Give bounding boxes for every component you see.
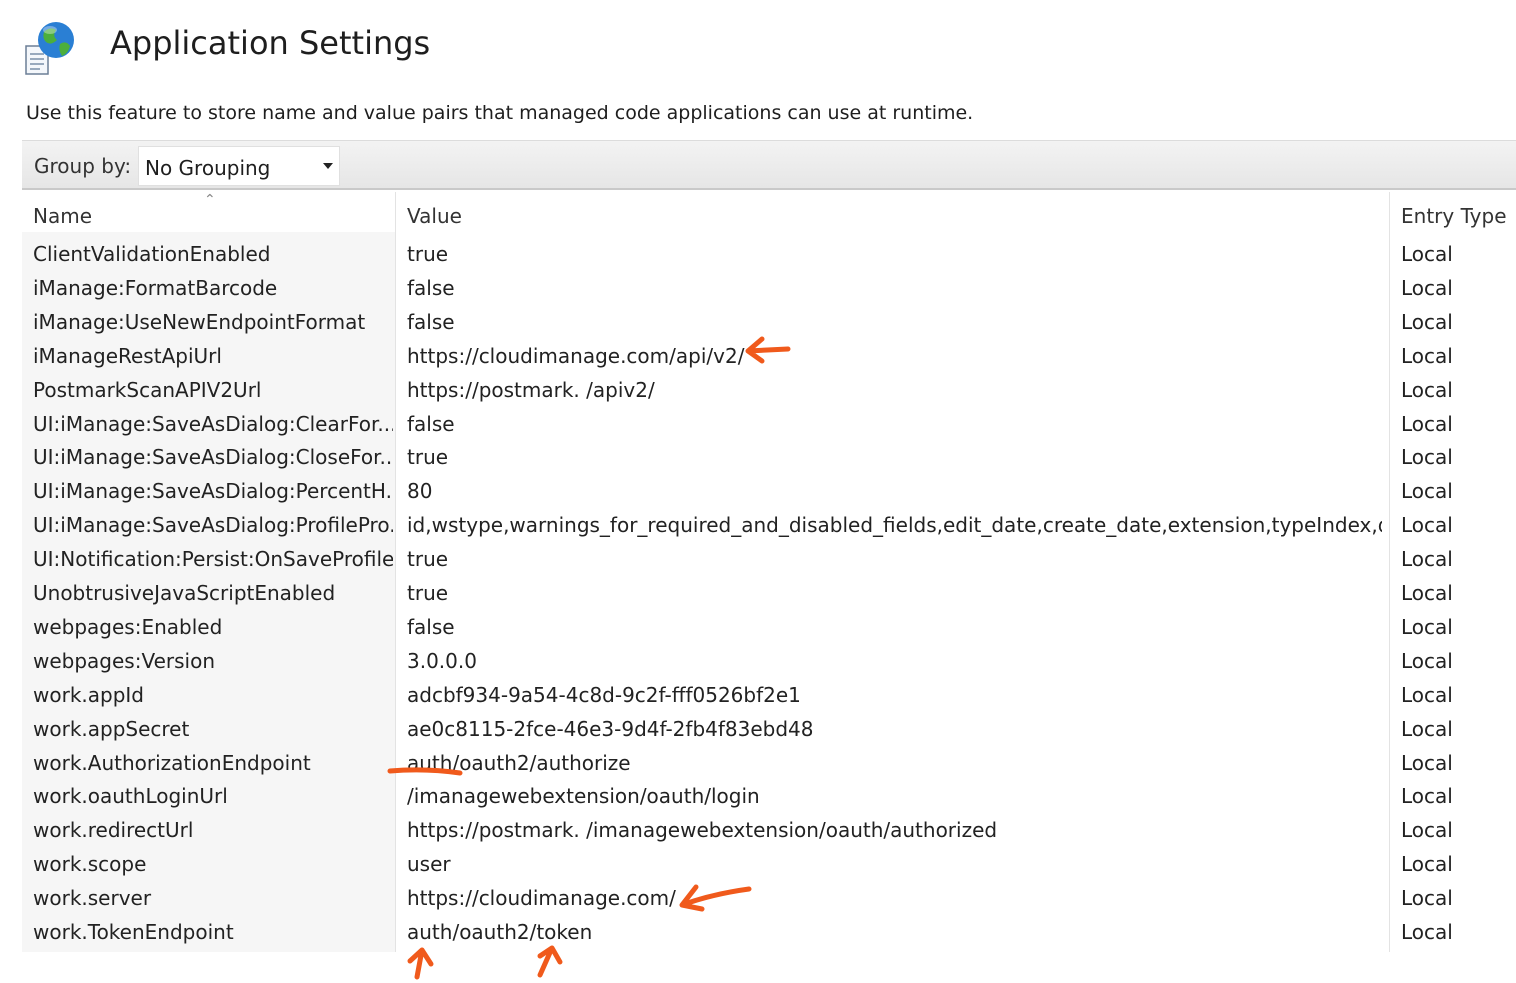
setting-entry-type: Local <box>1401 716 1453 741</box>
setting-value: user <box>407 852 451 877</box>
setting-value: false <box>407 411 455 436</box>
setting-entry-type: Local <box>1401 445 1453 470</box>
setting-entry-type: Local <box>1401 343 1453 368</box>
setting-entry-type: Local <box>1401 242 1453 266</box>
setting-entry-type: Local <box>1401 377 1453 402</box>
globe-document-icon <box>25 22 74 75</box>
setting-value: true <box>407 581 449 605</box>
group-by-dropdown[interactable]: No Grouping <box>138 146 340 186</box>
setting-name: work.server <box>33 886 152 911</box>
page-title: Application Settings <box>110 24 431 62</box>
setting-value: false <box>407 309 455 334</box>
setting-name: work.oauthLoginUrl <box>33 784 228 809</box>
setting-value: https://cloudimanage.com/api/v2/ <box>407 343 745 368</box>
table-row[interactable]: work.appId adcbf934-9a54-4c8d-9c2f-fff052… <box>22 678 1516 712</box>
setting-value: id,wstype,warnings_for_required_and_disa… <box>407 513 1382 538</box>
table-row[interactable]: work.AuthorizationEndpoint auth/oauth2/au… <box>22 746 1516 780</box>
setting-name: webpages:Enabled <box>33 614 223 639</box>
setting-entry-type: Local <box>1401 784 1453 809</box>
setting-value: 80 <box>407 479 433 504</box>
settings-grid: Name ⌃ Value Entry Type ClientValidation… <box>22 192 1516 952</box>
sort-ascending-icon: ⌃ <box>204 192 216 208</box>
setting-name: iManage:FormatBarcode <box>33 275 278 300</box>
table-row[interactable]: UnobtrusiveJavaScriptEnabled true Local <box>22 576 1516 610</box>
setting-name: UI:iManage:SaveAsDialog:ClearFor... <box>33 411 393 436</box>
table-row[interactable]: work.scope user Local <box>22 847 1516 881</box>
setting-name: UnobtrusiveJavaScriptEnabled <box>33 581 336 605</box>
setting-value: https://cloudimanage.com/ <box>407 886 676 911</box>
setting-name: UI:iManage:SaveAsDialog:CloseFor... <box>33 445 393 470</box>
setting-value: auth/oauth2/authorize <box>407 750 631 775</box>
table-row[interactable]: iManage:UseNewEndpointFormat false Local <box>22 305 1516 339</box>
setting-name: work.appSecret <box>33 716 190 741</box>
setting-name: webpages:Version <box>33 648 216 673</box>
setting-name: UI:iManage:SaveAsDialog:PercentH... <box>33 479 393 504</box>
setting-value: true <box>407 242 449 266</box>
setting-name: UI:iManage:SaveAsDialog:ProfilePro... <box>33 513 393 538</box>
annotation-arrow-icon <box>407 947 434 980</box>
setting-entry-type: Local <box>1401 547 1453 572</box>
table-row[interactable]: work.TokenEndpoint auth/oauth2/token Local <box>22 915 1516 949</box>
column-header-entry-type[interactable]: Entry Type <box>1401 204 1507 228</box>
table-row[interactable]: UI:iManage:SaveAsDialog:ProfilePro... id,… <box>22 508 1516 542</box>
setting-name: UI:Notification:Persist:OnSaveProfile... <box>33 547 393 572</box>
table-row[interactable]: UI:iManage:SaveAsDialog:ClearFor... false… <box>22 407 1516 441</box>
setting-entry-type: Local <box>1401 411 1453 436</box>
group-by-label: Group by: <box>34 154 132 178</box>
setting-entry-type: Local <box>1401 818 1453 843</box>
setting-name: work.scope <box>33 852 147 877</box>
setting-name: iManageRestApiUrl <box>33 343 222 368</box>
setting-value: false <box>407 614 455 639</box>
table-row[interactable]: iManage:FormatBarcode false Local <box>22 271 1516 305</box>
setting-entry-type: Local <box>1401 275 1453 300</box>
setting-entry-type: Local <box>1401 920 1453 944</box>
setting-entry-type: Local <box>1401 682 1453 707</box>
setting-entry-type: Local <box>1401 581 1453 605</box>
setting-value: true <box>407 547 449 572</box>
table-row[interactable]: work.appSecret ae0c8115-2fce-46e3-9d4f-2f… <box>22 712 1516 746</box>
chevron-down-icon[interactable] <box>323 163 333 169</box>
table-row[interactable]: UI:Notification:Persist:OnSaveProfile...… <box>22 542 1516 576</box>
setting-value: false <box>407 275 455 300</box>
setting-name: ClientValidationEnabled <box>33 242 271 266</box>
setting-value: https://postmark. /apiv2/ <box>407 377 655 402</box>
table-row[interactable]: webpages:Version 3.0.0.0 Local <box>22 644 1516 678</box>
column-header-name[interactable]: Name <box>33 204 92 228</box>
table-row[interactable]: ClientValidationEnabled true Local <box>22 237 1516 271</box>
setting-name: PostmarkScanAPIV2Url <box>33 377 262 402</box>
setting-entry-type: Local <box>1401 309 1453 334</box>
setting-name: work.TokenEndpoint <box>33 920 234 944</box>
group-by-value: No Grouping <box>145 156 271 180</box>
setting-entry-type: Local <box>1401 648 1453 673</box>
setting-value: /imanagewebextension/oauth/login <box>407 784 760 809</box>
setting-name: work.appId <box>33 682 144 707</box>
table-row[interactable]: UI:iManage:SaveAsDialog:PercentH... 80 Loc… <box>22 474 1516 508</box>
setting-value: adcbf934-9a54-4c8d-9c2f-fff0526bf2e1 <box>407 682 801 707</box>
setting-entry-type: Local <box>1401 614 1453 639</box>
group-by-toolbar: Group by: No Grouping <box>22 140 1516 190</box>
table-row[interactable]: PostmarkScanAPIV2Url https://postmark. /a… <box>22 373 1516 407</box>
table-row[interactable]: work.redirectUrl https://postmark. /imana… <box>22 813 1516 847</box>
setting-value: true <box>407 445 449 470</box>
table-row[interactable]: work.oauthLoginUrl/imanagewebextension/o… <box>22 779 1516 813</box>
annotation-arrow-icon <box>537 945 563 978</box>
table-row[interactable]: work.server https://cloudimanage.com/Loca… <box>22 881 1516 915</box>
setting-entry-type: Local <box>1401 479 1453 504</box>
setting-value: auth/oauth2/token <box>407 920 593 944</box>
table-row[interactable]: webpages:Enabled false Local <box>22 610 1516 644</box>
setting-name: iManage:UseNewEndpointFormat <box>33 309 366 334</box>
table-row[interactable]: iManageRestApiUrl https://cloudimanage.co… <box>22 339 1516 373</box>
column-header-value[interactable]: Value <box>407 204 462 228</box>
setting-value: ae0c8115-2fce-46e3-9d4f-2fb4f83ebd48 <box>407 716 814 741</box>
setting-name: work.redirectUrl <box>33 818 194 843</box>
page-description: Use this feature to store name and value… <box>26 102 974 124</box>
setting-entry-type: Local <box>1401 886 1453 911</box>
setting-entry-type: Local <box>1401 750 1453 775</box>
setting-name: work.AuthorizationEndpoint <box>33 750 311 775</box>
setting-entry-type: Local <box>1401 513 1453 538</box>
setting-entry-type: Local <box>1401 852 1453 877</box>
table-row[interactable]: UI:iManage:SaveAsDialog:CloseFor... true L… <box>22 440 1516 474</box>
setting-value: https://postmark. /imanagewebextension/o… <box>407 818 998 843</box>
setting-value: 3.0.0.0 <box>407 648 477 673</box>
